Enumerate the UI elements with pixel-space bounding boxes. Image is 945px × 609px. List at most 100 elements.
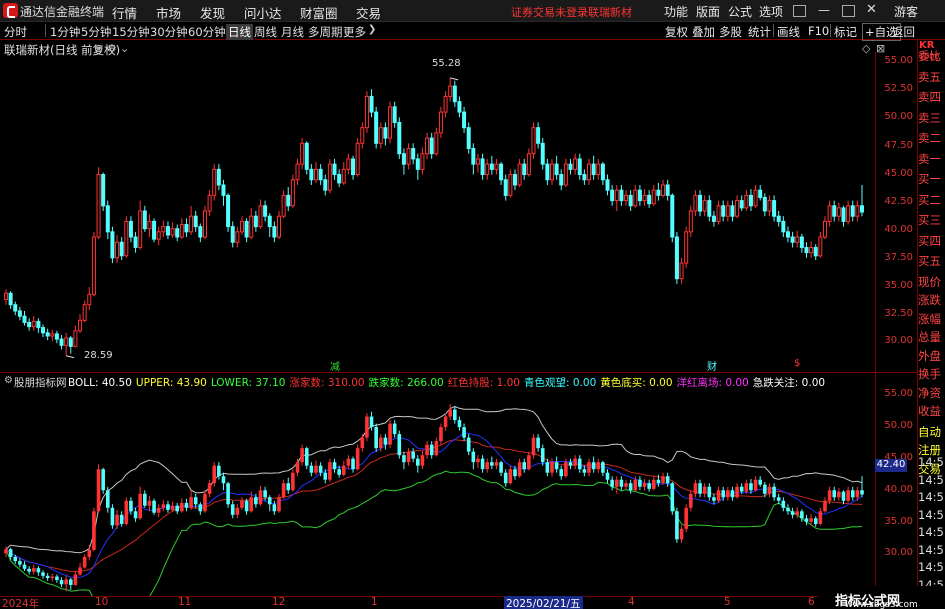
- ind-candle-body: [64, 579, 68, 585]
- ind-candle-body: [809, 518, 813, 522]
- candle-down: [374, 111, 379, 144]
- candle-down: [68, 337, 73, 347]
- ind-candle-body: [702, 486, 707, 494]
- statistics-button[interactable]: 统计: [748, 24, 771, 40]
- window-minimize-icon[interactable]: —: [818, 3, 830, 17]
- candle-up: [549, 163, 554, 181]
- menu-shichang[interactable]: 市场: [156, 3, 181, 22]
- menu-xuanxiang[interactable]: 选项: [759, 3, 783, 20]
- ind-candle-body: [304, 448, 309, 466]
- ind-candle-body: [772, 486, 776, 498]
- ind-candle-body: [536, 437, 540, 449]
- dividend-marker[interactable]: $: [794, 358, 800, 369]
- menu-gongneng[interactable]: 功能: [664, 3, 688, 20]
- candle-down: [591, 163, 596, 176]
- tab-monthly[interactable]: 月线: [281, 24, 304, 40]
- mark-button[interactable]: 标记: [834, 24, 857, 40]
- candle-down: [45, 332, 50, 337]
- candle-up: [281, 194, 286, 217]
- tab-15min[interactable]: 15分钟: [112, 24, 150, 40]
- candle-down: [772, 200, 777, 217]
- candle-up: [753, 189, 758, 207]
- menu-gongshi[interactable]: 公式: [728, 3, 752, 20]
- side-label: 买二: [918, 192, 941, 207]
- candle-down: [781, 220, 786, 233]
- candle-down: [8, 292, 13, 306]
- menu-jiaoyi[interactable]: 交易: [356, 3, 381, 22]
- ind-candle-body: [790, 511, 795, 515]
- candle-down: [286, 194, 291, 207]
- candlestick-chart[interactable]: [0, 52, 875, 372]
- chevron-right-icon[interactable]: ❯: [368, 24, 376, 35]
- candle-up: [443, 95, 448, 113]
- back-button[interactable]: 返回: [892, 24, 915, 40]
- side-label: 涨跌: [918, 293, 941, 307]
- ind-candle-body: [180, 502, 184, 512]
- ind-candle-body: [18, 561, 22, 565]
- ind-candle-body: [175, 505, 179, 512]
- ind-candle-body: [31, 568, 36, 572]
- candle-up: [355, 142, 360, 176]
- indicator-chart[interactable]: [0, 388, 875, 596]
- candle-up: [642, 194, 647, 202]
- ind-candle-body: [22, 564, 27, 569]
- ind-candle-body: [855, 490, 860, 498]
- ind-candle-body: [503, 472, 508, 484]
- menu-faxian[interactable]: 发现: [200, 3, 225, 22]
- menu-wenxiaoda[interactable]: 问小达: [244, 3, 282, 22]
- window-close-icon[interactable]: ✕: [866, 2, 877, 17]
- tab-weekly[interactable]: 周线: [254, 24, 277, 40]
- menu-hangqing[interactable]: 行情: [112, 3, 137, 22]
- tab-5min[interactable]: 5分钟: [81, 24, 111, 40]
- candle-down: [59, 338, 64, 346]
- menu-caifuquan[interactable]: 财富圈: [300, 3, 338, 22]
- price-axis-label: 55.00: [884, 55, 913, 66]
- candle-up: [448, 85, 453, 97]
- candle-down: [600, 163, 605, 181]
- chart-close-icon[interactable]: ⊠: [876, 42, 885, 55]
- candle-up: [212, 168, 217, 196]
- menu-youke[interactable]: 游客: [894, 3, 918, 20]
- overlay-button[interactable]: 叠加: [692, 24, 715, 40]
- multi-stock-button[interactable]: 多股: [719, 24, 742, 40]
- indicator-options-icon[interactable]: ⚙: [4, 375, 13, 386]
- finance-marker[interactable]: 财: [707, 358, 717, 373]
- side-label: 净资: [918, 385, 941, 400]
- ind-candle-body: [721, 490, 725, 498]
- ind-candle-body: [651, 479, 656, 489]
- boll-mid-line: [5, 439, 863, 573]
- ind-candle-body: [508, 469, 513, 484]
- tab-daily[interactable]: 日线: [226, 24, 253, 40]
- tab-30min[interactable]: 30分钟: [150, 24, 188, 40]
- tab-fenshi[interactable]: 分时: [4, 24, 27, 40]
- trade-login-warning[interactable]: 证券交易未登录: [511, 4, 588, 20]
- window-restore-icon[interactable]: [793, 5, 806, 17]
- ind-candle-body: [453, 409, 457, 421]
- tab-1min[interactable]: 1分钟: [50, 24, 80, 40]
- candle-down: [110, 231, 115, 259]
- side-label: 买五: [918, 254, 941, 268]
- candle-down: [36, 320, 41, 329]
- x-axis-label: 2024年: [2, 598, 40, 609]
- draw-line-button[interactable]: 画线: [777, 24, 800, 40]
- ind-candle-body: [416, 458, 420, 466]
- window-maximize-icon[interactable]: [842, 5, 855, 17]
- ind-candle-body: [286, 483, 291, 491]
- fuquan-button[interactable]: 复权: [665, 24, 688, 40]
- low-price-marker: 28.59: [84, 350, 113, 361]
- ind-candle-body: [360, 437, 365, 449]
- side-label[interactable]: 自动: [918, 424, 945, 440]
- candle-up: [822, 220, 827, 238]
- f10-button[interactable]: F10: [808, 24, 829, 38]
- candle-down: [101, 174, 106, 207]
- tab-60min[interactable]: 60分钟: [188, 24, 226, 40]
- ind-candle-body: [397, 434, 402, 456]
- ind-candle-body: [152, 500, 156, 513]
- toolbar-divider: [45, 24, 46, 37]
- tab-more[interactable]: 更多: [343, 24, 366, 40]
- tab-multi-period[interactable]: 多周期: [308, 24, 343, 40]
- current-stock-name: 联瑞新材: [588, 6, 632, 19]
- ind-candle-body: [846, 490, 850, 501]
- menu-banmian[interactable]: 版面: [696, 3, 720, 20]
- reduction-marker[interactable]: 减: [330, 358, 340, 373]
